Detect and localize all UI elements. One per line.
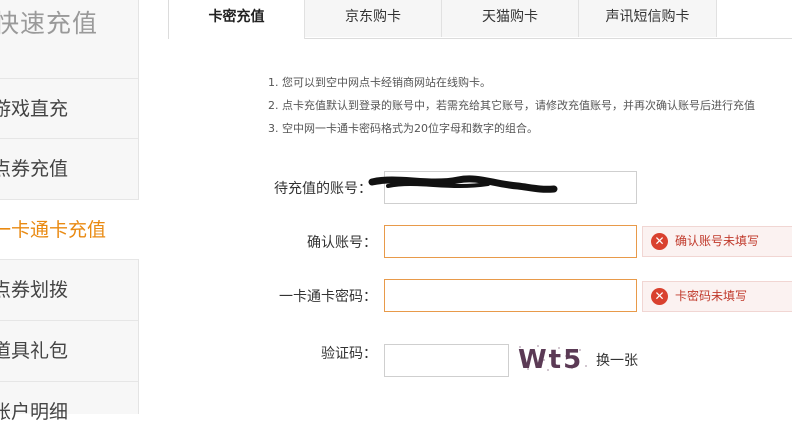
sidebar-item-label: 点券充值 [0, 158, 69, 180]
note-line: 1. 您可以到空中网点卡经销商网站在线购卡。 [268, 76, 491, 89]
tab-card-password[interactable]: 卡密充值 [168, 0, 305, 39]
sidebar-item-item-gift[interactable]: 道具礼包 [0, 320, 138, 380]
confirm-account-input[interactable] [384, 225, 637, 258]
card-password-error-text: 卡密码未填写 [675, 289, 748, 303]
captcha-input[interactable] [384, 344, 509, 377]
instructions: 1. 您可以到空中网点卡经销商网站在线购卡。 2. 点卡充值默认到登录的账号中，… [268, 71, 755, 140]
confirm-account-error: ✕ 确认账号未填写 [642, 226, 792, 257]
tab-sms-buy[interactable]: 声讯短信购卡 [579, 0, 717, 37]
note-line: 3. 空中网一卡通卡密码格式为20位字母和数字的组合。 [268, 122, 538, 135]
captcha-image[interactable]: Wt5 [514, 342, 592, 374]
note-line: 2. 点卡充值默认到登录的账号中，若需充给其它账号，请修改充值账号，并再次确认账… [268, 99, 755, 112]
sidebar-item-label: 点券划拨 [0, 279, 69, 301]
sidebar-item-label: 账户明细 [0, 401, 69, 423]
card-password-input[interactable] [384, 279, 637, 312]
card-password-label: 一卡通卡密码： [279, 289, 377, 305]
sidebar-item-account-detail[interactable]: 账户明细 [0, 381, 138, 441]
card-password-error: ✕ 卡密码未填写 [642, 281, 792, 312]
tab-tmall-buy[interactable]: 天猫购卡 [442, 0, 579, 37]
sidebar-item-game-direct[interactable]: 游戏直充 [0, 78, 138, 138]
tab-jd-buy[interactable]: 京东购卡 [305, 0, 442, 37]
captcha-text: Wt5 [518, 345, 583, 374]
sidebar-item-label: 一卡通卡充值 [0, 219, 107, 241]
confirm-account-label: 确认账号： [307, 235, 377, 251]
captcha-label: 验证码： [321, 346, 377, 362]
error-icon: ✕ [651, 288, 668, 305]
error-icon: ✕ [651, 233, 668, 250]
account-label: 待充值的账号： [274, 181, 372, 197]
sidebar-item-card-recharge[interactable]: 一卡通卡充值 [0, 199, 139, 259]
sidebar: 快速充值 游戏直充 点券充值 一卡通卡充值 点券划拨 道具礼包 账户明细 [0, 0, 139, 423]
sidebar-title: 快速充值 [0, 9, 99, 38]
sidebar-item-label: 游戏直充 [0, 98, 69, 120]
sidebar-item-label: 道具礼包 [0, 340, 69, 362]
tab-bar: 卡密充值 京东购卡 天猫购卡 声讯短信购卡 [168, 0, 792, 39]
confirm-account-error-text: 确认账号未填写 [675, 234, 760, 248]
sidebar-item-coupon-recharge[interactable]: 点券充值 [0, 138, 138, 198]
redaction-scribble [368, 175, 558, 193]
sidebar-item-coupon-transfer[interactable]: 点券划拨 [0, 259, 138, 319]
refresh-captcha-link[interactable]: 换一张 [596, 350, 638, 370]
